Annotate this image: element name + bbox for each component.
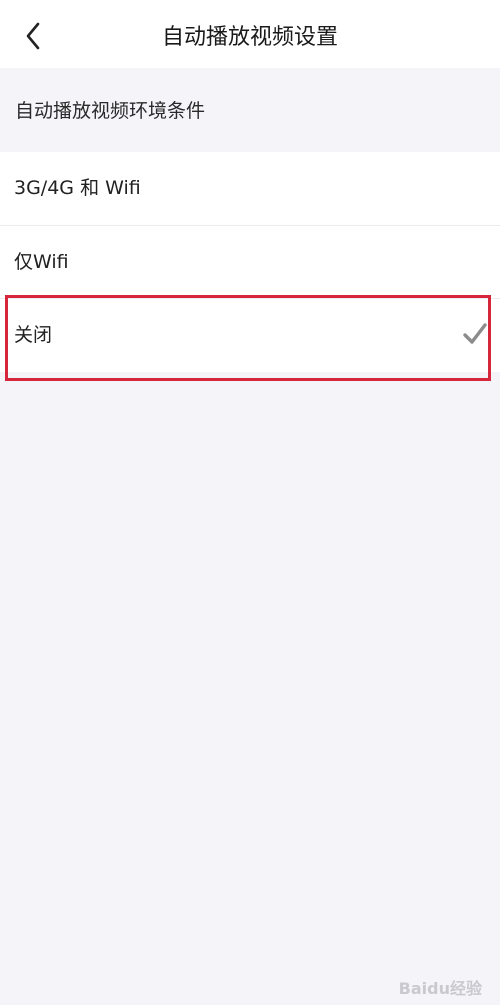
option-label: 3G/4G 和 Wifi bbox=[14, 177, 141, 199]
page-title: 自动播放视频设置 bbox=[161, 25, 338, 50]
option-label: 仅Wifi bbox=[14, 251, 69, 273]
check-icon bbox=[463, 323, 487, 344]
section-header: 自动播放视频环境条件 bbox=[0, 68, 500, 152]
option-label: 关闭 bbox=[14, 324, 53, 346]
option-off[interactable]: 关闭 bbox=[0, 298, 500, 372]
option-3g4g-wifi[interactable]: 3G/4G 和 Wifi bbox=[0, 152, 500, 225]
option-wifi-only[interactable]: 仅Wifi bbox=[0, 225, 500, 299]
settings-page: 自动播放视频设置 自动播放视频环境条件 3G/4G 和 Wifi 仅Wifi 关… bbox=[0, 0, 500, 1005]
watermark: Baidu经验 bbox=[398, 979, 482, 998]
nav-bar: 自动播放视频设置 bbox=[0, 0, 500, 68]
section-header-label: 自动播放视频环境条件 bbox=[15, 100, 206, 122]
